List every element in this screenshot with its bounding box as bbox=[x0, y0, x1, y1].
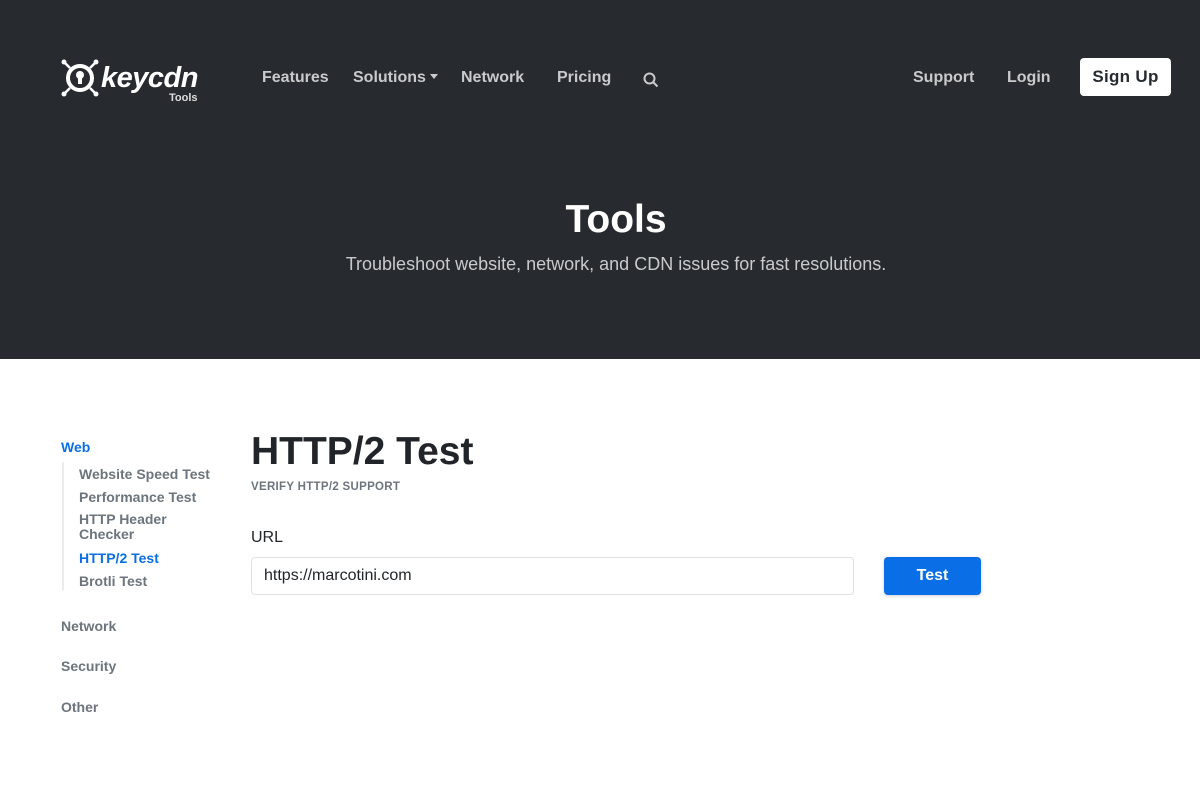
sidebar-web-list bbox=[62, 462, 64, 590]
nav-solutions-label: Solutions bbox=[353, 69, 426, 86]
keycdn-logo-icon bbox=[61, 59, 99, 97]
page-subtitle: VERIFY HTTP/2 SUPPORT bbox=[251, 481, 401, 493]
hero-subtitle: Troubleshoot website, network, and CDN i… bbox=[345, 254, 887, 274]
sidebar-item-http-header-checker[interactable]: HTTP Header Checker bbox=[79, 512, 189, 542]
signup-button[interactable]: Sign Up bbox=[1080, 58, 1171, 96]
nav-support[interactable]: Support bbox=[913, 69, 974, 87]
nav-pricing[interactable]: Pricing bbox=[557, 69, 611, 87]
sidebar-item-brotli-test[interactable]: Brotli Test bbox=[79, 573, 147, 589]
search-icon[interactable] bbox=[643, 72, 659, 88]
logo-subtext: Tools bbox=[169, 92, 198, 104]
sidebar-security[interactable]: Security bbox=[61, 658, 116, 674]
logo[interactable]: keycdn Tools bbox=[61, 58, 198, 104]
url-input[interactable]: https://marcotini.com bbox=[251, 557, 854, 595]
sidebar-other[interactable]: Other bbox=[61, 699, 98, 715]
nav-solutions[interactable]: Solutions bbox=[353, 69, 438, 87]
nav-login[interactable]: Login bbox=[1007, 69, 1051, 87]
sidebar-network[interactable]: Network bbox=[61, 618, 116, 634]
nav-features[interactable]: Features bbox=[262, 69, 329, 87]
nav-network[interactable]: Network bbox=[461, 69, 524, 87]
hero-title: Tools bbox=[565, 198, 667, 241]
sidebar-item-website-speed-test[interactable]: Website Speed Test bbox=[79, 466, 210, 482]
logo-text: keycdn bbox=[101, 61, 198, 94]
test-button[interactable]: Test bbox=[884, 557, 981, 595]
sidebar-web[interactable]: Web bbox=[61, 439, 90, 455]
sidebar-item-performance-test[interactable]: Performance Test bbox=[79, 489, 196, 505]
page-title: HTTP/2 Test bbox=[251, 430, 474, 473]
caret-down-icon bbox=[429, 74, 438, 79]
url-label: URL bbox=[251, 529, 284, 546]
hero-header: keycdn Tools Features Solutions Network … bbox=[0, 0, 1200, 359]
sidebar-item-http2-test[interactable]: HTTP/2 Test bbox=[79, 550, 159, 566]
